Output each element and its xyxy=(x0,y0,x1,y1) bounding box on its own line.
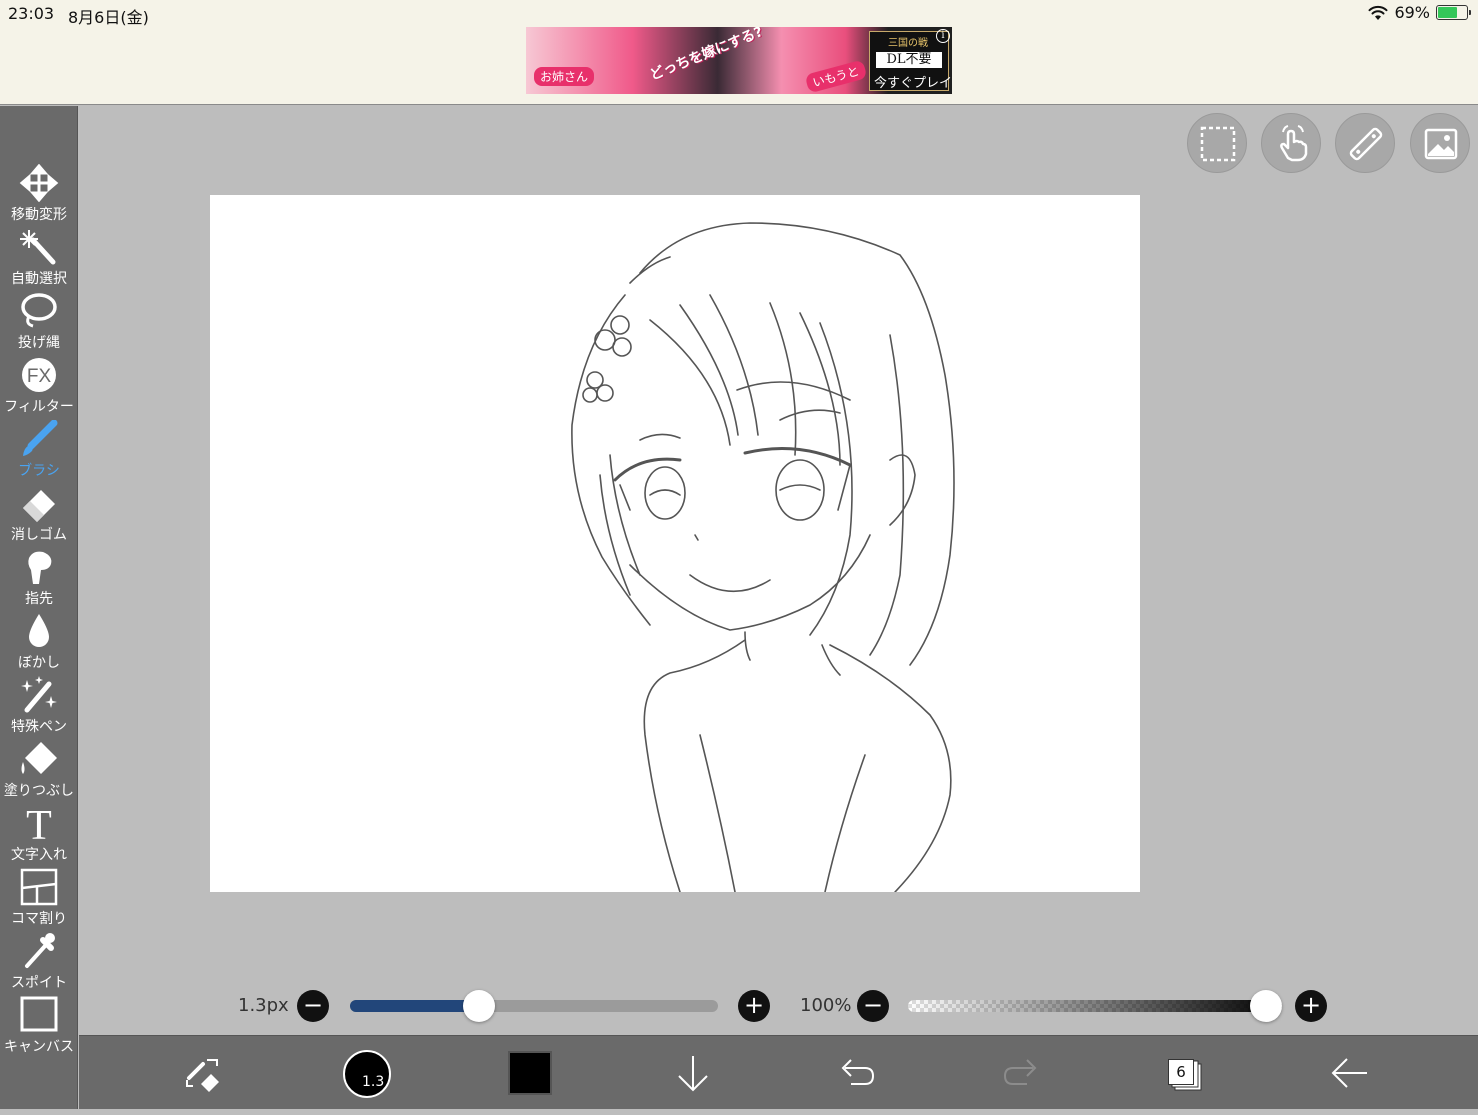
brush-size-fill xyxy=(350,1000,479,1012)
sketch-drawing xyxy=(571,222,955,893)
tool-fill[interactable]: 塗りつぶし xyxy=(0,740,78,804)
hand-gesture-icon xyxy=(1280,125,1308,162)
ad-dl-badge: DL不要 xyxy=(876,52,942,68)
opacity-thumb[interactable] xyxy=(1250,990,1282,1022)
tool-label: 塗りつぶし xyxy=(3,783,75,799)
tool-eraser[interactable]: 消しゴム xyxy=(0,484,78,548)
layer-count: 6 xyxy=(1168,1059,1194,1085)
tool-filter[interactable]: FX フィルター xyxy=(0,356,78,420)
tool-label: スポイト xyxy=(11,975,67,991)
status-date: 8月6日(金) xyxy=(68,8,149,27)
undo-icon xyxy=(841,1059,875,1085)
tool-finger[interactable]: 指先 xyxy=(0,548,78,612)
selection-icon xyxy=(1200,126,1236,162)
svg-text:FX: FX xyxy=(27,366,52,387)
tool-magic-wand[interactable]: 自動選択 xyxy=(0,228,78,292)
brush-size-value: 1.3 xyxy=(362,1074,385,1090)
brush-icon xyxy=(23,420,58,456)
back-button[interactable] xyxy=(1319,1036,1379,1110)
finger-smudge-icon xyxy=(28,551,52,584)
tool-label: 消しゴム xyxy=(11,527,67,543)
download-button[interactable] xyxy=(663,1036,723,1110)
tool-lasso[interactable]: 投げ縄 xyxy=(0,292,78,356)
brush-size-slider[interactable] xyxy=(350,1000,718,1012)
battery-icon xyxy=(1436,5,1471,20)
tool-special-pen[interactable]: 特殊ペン xyxy=(0,676,78,740)
swap-tools-icon xyxy=(186,1059,219,1092)
selection-button[interactable] xyxy=(1187,113,1247,173)
status-bar: 23:03 8月6日(金) 69% お姉さん どっちを嫁にする? いもうと 三国… xyxy=(0,0,1478,105)
image-material-button[interactable] xyxy=(1410,113,1470,173)
eraser-icon xyxy=(23,490,55,522)
tool-move-transform[interactable]: 移動変形 xyxy=(0,164,78,228)
canvas-icon xyxy=(20,996,58,1032)
brush-size-thumb[interactable] xyxy=(462,990,495,1022)
tool-label: 特殊ペン xyxy=(11,719,67,735)
drawing-canvas[interactable] xyxy=(210,195,1140,893)
battery-percent: 69% xyxy=(1394,3,1430,22)
opacity-slider[interactable] xyxy=(908,1000,1282,1012)
ad-label-right: いもうと xyxy=(804,59,868,94)
panel-divide-icon xyxy=(20,868,58,906)
status-right: 69% xyxy=(1368,3,1471,22)
color-button[interactable] xyxy=(508,1051,552,1095)
ad-label-left: お姉さん xyxy=(534,67,595,86)
tool-label: 文字入れ xyxy=(11,847,67,863)
tool-sidebar: 移動変形 自動選択 投げ縄 FX フィルター ブラシ 消しゴム 指先 ぼかし 特… xyxy=(0,106,78,1109)
fill-bucket-icon xyxy=(21,742,57,774)
tool-label: 移動変形 xyxy=(11,207,67,223)
tool-label: フィルター xyxy=(4,399,74,415)
move-transform-icon xyxy=(19,164,59,202)
opacity-decrease-button[interactable]: − xyxy=(857,990,889,1022)
opacity-increase-button[interactable]: + xyxy=(1295,990,1327,1022)
tool-label: 投げ縄 xyxy=(18,335,60,351)
size-decrease-button[interactable]: − xyxy=(297,990,329,1022)
status-time: 23:03 xyxy=(8,4,55,23)
tool-label: 自動選択 xyxy=(11,271,67,287)
bottom-toolbar: 1.3 6 xyxy=(79,1035,1478,1109)
back-arrow-icon xyxy=(1331,1058,1367,1088)
undo-button[interactable] xyxy=(827,1036,887,1110)
magic-wand-icon xyxy=(20,230,56,265)
tool-panel-divide[interactable]: コマ割り xyxy=(0,868,78,932)
tool-label: 指先 xyxy=(25,591,53,607)
tool-label: ぼかし xyxy=(18,655,60,671)
hand-gesture-button[interactable] xyxy=(1261,113,1321,173)
download-icon xyxy=(678,1056,708,1092)
opacity-label: 100% xyxy=(800,995,852,1016)
tool-brush[interactable]: ブラシ xyxy=(0,420,78,484)
wifi-icon xyxy=(1368,5,1388,20)
lasso-icon xyxy=(21,293,57,328)
ad-logo: 三国の戦 xyxy=(888,38,928,49)
ad-play-text: 今すぐプレイ! xyxy=(874,76,952,91)
special-pen-icon xyxy=(21,676,57,713)
tool-eyedropper[interactable]: スポイト xyxy=(0,932,78,996)
image-material-icon xyxy=(1424,128,1458,160)
filter-fx-icon: FX xyxy=(22,358,56,392)
tool-blur[interactable]: ぼかし xyxy=(0,612,78,676)
tool-label: コマ割り xyxy=(11,911,67,927)
ruler-button[interactable] xyxy=(1335,113,1395,173)
brush-size-label: 1.3px xyxy=(238,995,289,1016)
tool-label: ブラシ xyxy=(18,463,60,479)
ad-headline: どっちを嫁にする? xyxy=(647,27,766,84)
svg-text:T: T xyxy=(26,804,52,842)
eyedropper-icon xyxy=(25,933,55,968)
tool-text[interactable]: T 文字入れ xyxy=(0,804,78,868)
ad-info-icon[interactable]: i xyxy=(936,29,950,43)
tool-canvas[interactable]: キャンバス xyxy=(0,996,78,1060)
redo-icon xyxy=(1003,1059,1037,1085)
battery-fill xyxy=(1438,7,1458,18)
size-increase-button[interactable]: + xyxy=(738,990,770,1022)
redo-button[interactable] xyxy=(991,1036,1051,1110)
blur-drop-icon xyxy=(29,614,49,647)
swap-tools-button[interactable] xyxy=(173,1036,233,1110)
tool-label: キャンバス xyxy=(4,1039,74,1055)
ruler-icon xyxy=(1349,127,1383,161)
ad-banner[interactable]: お姉さん どっちを嫁にする? いもうと 三国の戦 DL不要 今すぐプレイ! i xyxy=(526,27,952,94)
text-icon: T xyxy=(26,804,52,842)
